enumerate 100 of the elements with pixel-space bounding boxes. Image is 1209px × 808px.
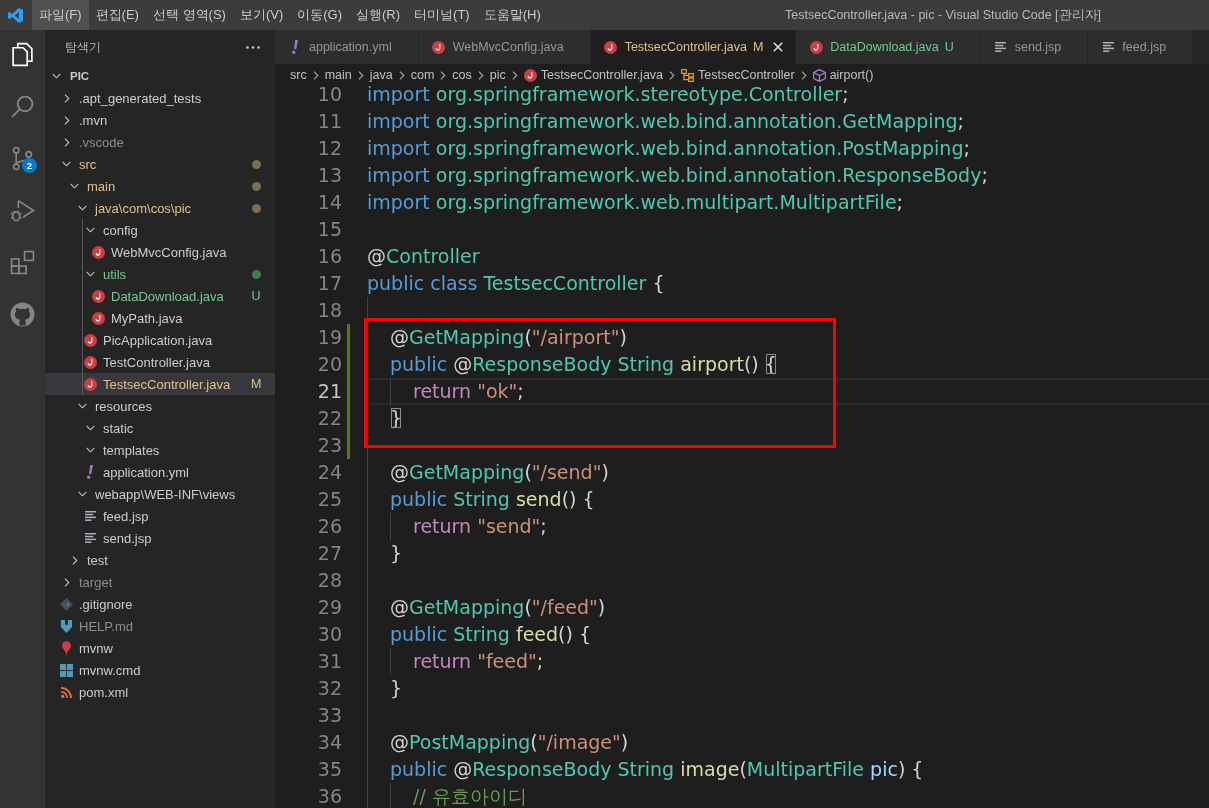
line-number: 31 <box>316 649 342 674</box>
tree-item[interactable]: main <box>45 175 275 197</box>
editor-tab[interactable]: send.jsp <box>980 30 1089 64</box>
count-badge: 2 <box>22 158 37 173</box>
breadcrumb-item[interactable]: TestsecController <box>681 68 795 82</box>
chevron-right-icon[interactable] <box>64 137 70 147</box>
java-file-icon <box>91 311 105 325</box>
chevron-down-icon[interactable] <box>62 161 71 167</box>
code-line: import org.springframework.web.bind.annotation.PostMapping; <box>367 136 970 161</box>
breadcrumb-item[interactable]: pic <box>489 68 506 82</box>
menu-item[interactable]: 터미널(T) <box>407 0 477 30</box>
tree-item[interactable]: HELP.md <box>45 615 275 637</box>
tree-item[interactable]: config <box>45 219 275 241</box>
git-status-letter: U <box>251 289 261 303</box>
breadcrumb-item[interactable]: src <box>290 68 307 82</box>
tree-item[interactable]: templates <box>45 439 275 461</box>
code-line: public @ResponseBody String image(MultipartFile pic) { <box>390 757 924 782</box>
tree-item[interactable]: resources <box>45 395 275 417</box>
editor-tab[interactable]: TestsecController.java M <box>590 30 797 64</box>
java-file-icon <box>604 40 618 54</box>
line-number: 16 <box>316 244 342 269</box>
tree-item[interactable]: .gitignore <box>45 593 275 615</box>
breadcrumb-item[interactable]: com <box>410 68 435 82</box>
more-icon[interactable] <box>246 46 260 49</box>
tree-item[interactable]: java\com\cos\pic <box>45 197 275 219</box>
blocks-icon[interactable] <box>10 249 35 275</box>
line-number: 32 <box>316 676 342 701</box>
project-header[interactable]: PIC <box>45 65 275 87</box>
tree-item[interactable]: PicApplication.java <box>45 329 275 351</box>
code-line: import org.springframework.web.bind.annotation.GetMapping; <box>367 109 964 134</box>
app-logo-icon[interactable] <box>8 7 23 23</box>
tree-item[interactable]: feed.jsp <box>45 505 275 527</box>
tree-item[interactable]: send.jsp <box>45 527 275 549</box>
window-title: TestsecController.java - pic - Visual Studio Code [관리자] <box>785 6 1101 24</box>
chevron-right-icon[interactable] <box>64 577 70 587</box>
close-icon[interactable] <box>773 42 784 52</box>
tree-item[interactable]: target <box>45 571 275 593</box>
menu-item[interactable]: 선택 영역(S) <box>145 0 233 30</box>
chevron-down-icon[interactable] <box>52 73 61 79</box>
tree-item[interactable]: application.yml <box>45 461 275 483</box>
chevron-down-icon[interactable] <box>78 403 87 409</box>
chevron-down-icon[interactable] <box>78 491 87 497</box>
tree-item[interactable]: .apt_generated_tests <box>45 87 275 109</box>
breadcrumb-item[interactable]: cos <box>452 68 472 82</box>
editor-tab[interactable]: feed.jsp <box>1088 30 1194 64</box>
tree-item[interactable]: mvnw.cmd <box>45 659 275 681</box>
menu-item[interactable]: 이동(G) <box>290 0 350 30</box>
tree-item[interactable]: MyPath.java <box>45 307 275 329</box>
code-line: return "feed"; <box>413 649 544 674</box>
tree-item[interactable]: utils <box>45 263 275 285</box>
tree-item[interactable]: .vscode <box>45 131 275 153</box>
menu-item[interactable]: 보기(V) <box>232 0 291 30</box>
diamond-icon <box>59 597 73 611</box>
chevron-right-icon[interactable] <box>64 115 70 125</box>
line-number: 23 <box>316 433 342 458</box>
line-number: 27 <box>316 541 342 566</box>
text-lines-icon <box>84 511 96 521</box>
menu-item[interactable]: 편집(E) <box>88 0 146 30</box>
editor-tab[interactable]: DataDownload.java U <box>796 30 981 64</box>
breadcrumb-item[interactable]: java <box>369 68 393 82</box>
cat-circle-icon[interactable] <box>10 301 35 327</box>
tree-item[interactable]: test <box>45 549 275 571</box>
editor-tab[interactable]: WebMvcConfig.java <box>418 30 591 64</box>
menu-item[interactable]: 도움말(H) <box>476 0 548 30</box>
tree-item[interactable]: WebMvcConfig.java <box>45 241 275 263</box>
tree-item[interactable]: static <box>45 417 275 439</box>
java-file-icon <box>83 377 97 391</box>
chevron-down-icon[interactable] <box>86 425 95 431</box>
breadcrumb-item[interactable]: main <box>324 68 352 82</box>
tree-item[interactable]: DataDownload.java U <box>45 285 275 307</box>
breadcrumb-item[interactable]: airport() <box>812 68 874 82</box>
chevron-down-icon[interactable] <box>86 271 95 277</box>
tree-item[interactable]: .mvn <box>45 109 275 131</box>
chevron-down-icon[interactable] <box>78 205 87 211</box>
files-icon[interactable] <box>10 41 35 67</box>
menu-item[interactable]: 파일(F) <box>32 0 89 30</box>
chevron-right-icon <box>312 70 319 80</box>
line-number: 14 <box>316 190 342 215</box>
breadcrumb-item[interactable]: TestsecController.java <box>523 68 664 82</box>
run-debug-icon[interactable] <box>10 197 35 223</box>
tree-item[interactable]: pom.xml <box>45 681 275 703</box>
tree-item[interactable]: webapp\WEB-INF\views <box>45 483 275 505</box>
tree-item[interactable]: TestsecController.java M <box>45 373 275 395</box>
editor-tab[interactable]: application.yml <box>275 30 419 64</box>
text-lines-icon <box>995 42 1007 52</box>
code-line: @GetMapping("/send") <box>390 460 609 485</box>
activity-button[interactable]: 2 <box>0 134 45 182</box>
chevron-down-icon[interactable] <box>70 183 79 189</box>
chevron-right-icon[interactable] <box>64 93 70 103</box>
chevron-down-icon[interactable] <box>86 447 95 453</box>
tree-item[interactable]: src <box>45 153 275 175</box>
tree-item[interactable]: TestController.java <box>45 351 275 373</box>
chevron-right-icon <box>511 70 518 80</box>
tree-item[interactable]: mvnw <box>45 637 275 659</box>
chevron-down-icon[interactable] <box>86 227 95 233</box>
menu-item[interactable]: 실행(R) <box>349 0 408 30</box>
search-icon[interactable] <box>10 93 35 119</box>
chevron-right-icon[interactable] <box>72 555 78 565</box>
chevron-right-icon <box>357 70 364 80</box>
branch-icon[interactable] <box>10 145 35 171</box>
